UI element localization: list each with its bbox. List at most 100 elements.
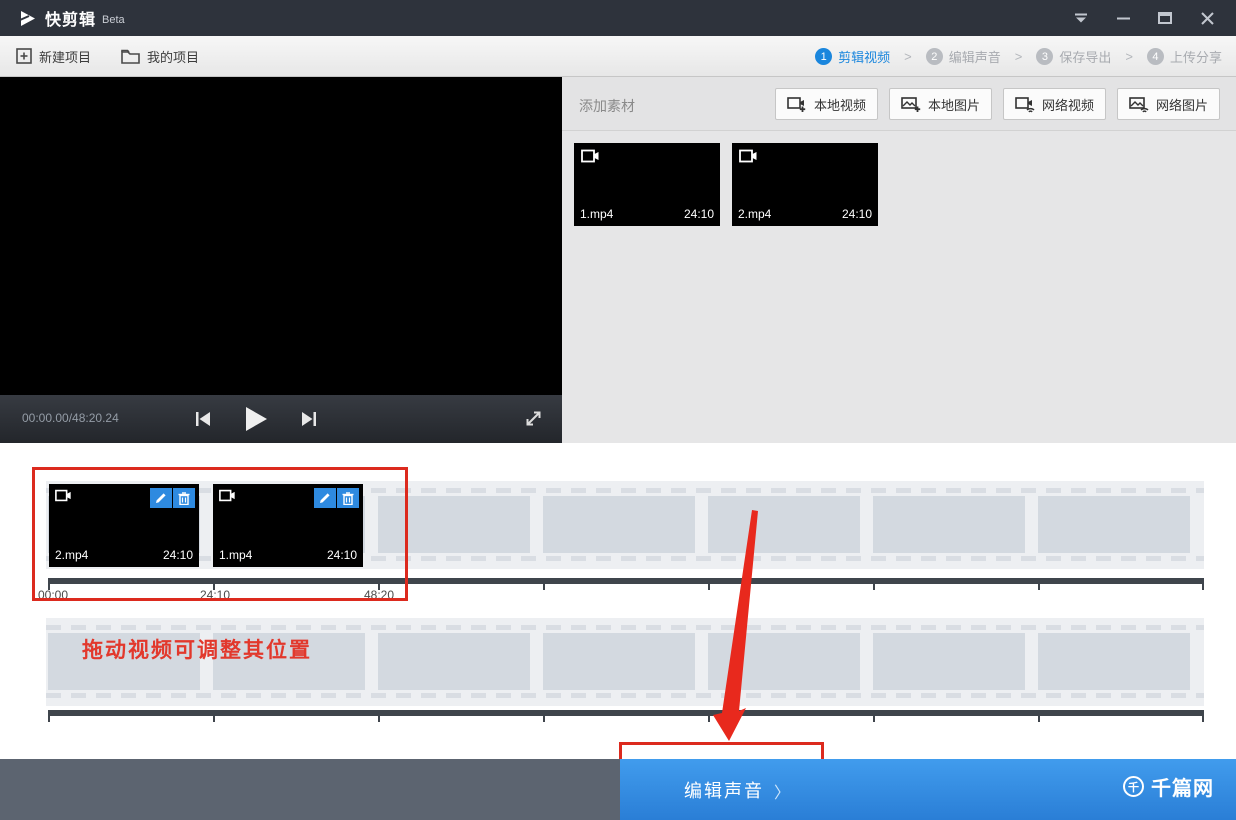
step-edit-audio[interactable]: 2 编辑声音 bbox=[926, 47, 1001, 66]
ruler-tick bbox=[1202, 584, 1204, 590]
ruler-tick bbox=[543, 716, 545, 722]
my-projects-label: 我的项目 bbox=[147, 47, 199, 66]
ruler-tick bbox=[708, 584, 710, 590]
material-panel: 添加素材 本地视频 bbox=[562, 77, 1236, 443]
step-label: 保存导出 bbox=[1059, 47, 1111, 66]
filmstrip-frame bbox=[873, 496, 1025, 553]
step-number: 2 bbox=[926, 48, 943, 65]
local-image-button[interactable]: 本地图片 bbox=[889, 88, 992, 120]
second-track-ruler bbox=[48, 710, 1204, 716]
new-project-label: 新建项目 bbox=[39, 47, 91, 66]
chevron-right-icon: > bbox=[1125, 49, 1133, 64]
ruler-tick bbox=[48, 716, 50, 722]
timeline-clip-1[interactable]: 2.mp4 24:10 bbox=[49, 484, 199, 567]
clip-name: 1.mp4 bbox=[219, 548, 252, 562]
ruler-tick bbox=[378, 716, 380, 722]
ruler-label: 00:00 bbox=[31, 588, 75, 602]
watermark-text: 千篇网 bbox=[1151, 772, 1214, 801]
maximize-icon[interactable] bbox=[1144, 0, 1186, 36]
step-label: 编辑声音 bbox=[949, 47, 1001, 66]
playback-time: 00:00.00/48:20.24 bbox=[22, 411, 119, 425]
app-title: 快剪辑 bbox=[45, 6, 96, 30]
local-image-label: 本地图片 bbox=[928, 95, 980, 114]
plus-box-icon bbox=[16, 48, 32, 64]
chevron-right-icon: > bbox=[1015, 49, 1023, 64]
new-project-button[interactable]: 新建项目 bbox=[16, 47, 91, 66]
titlebar: 快剪辑 Beta bbox=[0, 0, 1236, 36]
chevron-right-icon: > bbox=[904, 49, 912, 64]
step-save-export[interactable]: 3 保存导出 bbox=[1036, 47, 1111, 66]
filmstrip-frame bbox=[708, 633, 860, 690]
close-icon[interactable] bbox=[1186, 0, 1228, 36]
minimize-icon[interactable] bbox=[1102, 0, 1144, 36]
material-item-1[interactable]: 1.mp4 24:10 bbox=[574, 143, 720, 226]
camcorder-icon bbox=[739, 149, 758, 163]
material-duration: 24:10 bbox=[684, 207, 714, 221]
step-number: 3 bbox=[1036, 48, 1053, 65]
ruler-label: 48:20 bbox=[357, 588, 401, 602]
filmstrip-frame bbox=[1038, 633, 1190, 690]
skip-forward-icon[interactable] bbox=[301, 411, 317, 427]
trash-icon bbox=[342, 492, 354, 505]
watermark: 千 千篇网 bbox=[1123, 772, 1214, 801]
my-projects-button[interactable]: 我的项目 bbox=[121, 47, 199, 66]
web-image-label: 网络图片 bbox=[1156, 95, 1208, 114]
folder-icon bbox=[121, 49, 140, 64]
web-video-button[interactable]: 网络视频 bbox=[1003, 88, 1106, 120]
web-image-icon bbox=[1129, 96, 1149, 113]
material-panel-header: 添加素材 本地视频 bbox=[562, 77, 1236, 131]
timeline-clip-2[interactable]: 1.mp4 24:10 bbox=[213, 484, 363, 567]
ruler-tick bbox=[543, 584, 545, 590]
edit-audio-label: 编辑声音 bbox=[684, 777, 764, 803]
edit-clip-button[interactable] bbox=[314, 488, 336, 508]
web-video-label: 网络视频 bbox=[1042, 95, 1094, 114]
step-upload-share[interactable]: 4 上传分享 bbox=[1147, 47, 1222, 66]
step-edit-video[interactable]: 1 剪辑视频 bbox=[815, 47, 890, 66]
local-video-button[interactable]: 本地视频 bbox=[775, 88, 878, 120]
web-video-icon bbox=[1015, 96, 1035, 113]
clip-duration: 24:10 bbox=[163, 548, 193, 562]
web-image-button[interactable]: 网络图片 bbox=[1117, 88, 1220, 120]
ruler-tick bbox=[873, 584, 875, 590]
app-window: 快剪辑 Beta bbox=[0, 0, 1236, 820]
step-indicator: 1 剪辑视频 > 2 编辑声音 > 3 保存导出 > 4 上传分享 bbox=[815, 36, 1222, 77]
material-item-2[interactable]: 2.mp4 24:10 bbox=[732, 143, 878, 226]
camcorder-icon bbox=[219, 489, 236, 502]
material-duration: 24:10 bbox=[842, 207, 872, 221]
filmstrip-frame bbox=[873, 633, 1025, 690]
clip-name: 2.mp4 bbox=[55, 548, 88, 562]
delete-clip-button[interactable] bbox=[337, 488, 359, 508]
filmstrip-frame bbox=[1038, 496, 1190, 553]
edit-audio-next-button[interactable]: 编辑声音 〉 bbox=[620, 759, 854, 820]
filmstrip-frame bbox=[708, 496, 860, 553]
app-logo-icon bbox=[18, 9, 37, 28]
filmstrip-frame bbox=[543, 633, 695, 690]
camcorder-icon bbox=[55, 489, 72, 502]
filmstrip-frame bbox=[378, 633, 530, 690]
add-material-title: 添加素材 bbox=[579, 96, 635, 116]
ruler-tick bbox=[1038, 716, 1040, 722]
ruler-tick bbox=[708, 716, 710, 722]
play-icon[interactable] bbox=[245, 407, 267, 431]
video-track-ruler bbox=[48, 578, 1204, 584]
pencil-icon bbox=[319, 492, 331, 504]
skip-back-icon[interactable] bbox=[195, 411, 211, 427]
bottom-bar-left bbox=[0, 759, 620, 820]
menu-dropdown-icon[interactable] bbox=[1060, 0, 1102, 36]
ruler-tick bbox=[1038, 584, 1040, 590]
watermark-icon: 千 bbox=[1123, 776, 1144, 797]
window-controls bbox=[1060, 0, 1228, 36]
toolbar: 新建项目 我的项目 1 剪辑视频 > 2 编辑声音 > 3 bbox=[0, 36, 1236, 77]
local-video-label: 本地视频 bbox=[814, 95, 866, 114]
edit-clip-button[interactable] bbox=[150, 488, 172, 508]
ruler-label: 24:10 bbox=[193, 588, 237, 602]
delete-clip-button[interactable] bbox=[173, 488, 195, 508]
pencil-icon bbox=[155, 492, 167, 504]
local-image-icon bbox=[901, 96, 921, 113]
filmstrip-frame bbox=[543, 496, 695, 553]
drag-hint-annotation: 拖动视频可调整其位置 bbox=[82, 634, 312, 664]
step-number: 1 bbox=[815, 48, 832, 65]
fullscreen-icon[interactable] bbox=[525, 410, 542, 427]
player-controls-bar: 00:00.00/48:20.24 bbox=[0, 395, 562, 443]
step-label: 上传分享 bbox=[1170, 47, 1222, 66]
